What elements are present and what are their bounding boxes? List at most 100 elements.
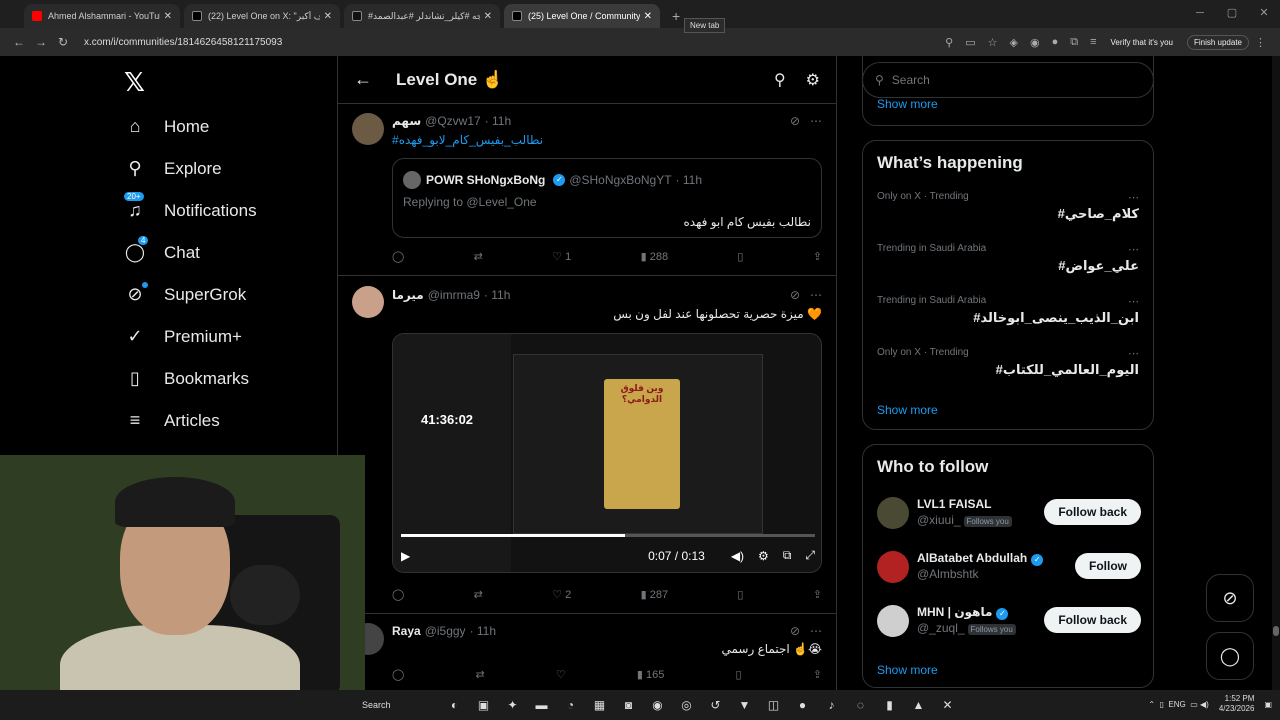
nav-item-premium[interactable]: ✓ Premium+: [124, 326, 241, 348]
video-player[interactable]: 41:36:02 وين فلوق الدوامي؟ ▶ 0:07 / 0:13…: [392, 333, 822, 573]
close-window-button[interactable]: ✕: [1248, 0, 1280, 26]
minimize-button[interactable]: ─: [1184, 0, 1216, 26]
page-scrollbar[interactable]: [1272, 56, 1280, 690]
tray-chevron-icon[interactable]: ⌃: [1148, 700, 1155, 709]
x-logo-icon[interactable]: 𝕏: [124, 68, 145, 98]
extension-icon[interactable]: ◈: [1010, 36, 1018, 49]
more-icon[interactable]: ⋯: [810, 624, 822, 638]
file-explorer-icon[interactable]: ▬: [527, 694, 556, 716]
follow-suggestion[interactable]: LVL1 FAISAL @xiuui_ Follows you Follow ba…: [877, 497, 1141, 537]
follow-suggestion[interactable]: MHN | ماهون ✓ @_zuql_ Follows you Follow b…: [877, 605, 1141, 645]
app-icon[interactable]: ◌: [846, 694, 875, 716]
settings-icon[interactable]: ⚙: [758, 549, 769, 563]
bookmark-icon[interactable]: ▯: [736, 668, 742, 681]
close-icon[interactable]: ✕: [644, 11, 652, 22]
zoom-icon[interactable]: ⚲: [945, 36, 953, 49]
show-more-link[interactable]: Show more: [877, 663, 938, 677]
show-more-link[interactable]: Show more: [877, 403, 938, 417]
kebab-menu-icon[interactable]: ⋮: [1255, 36, 1266, 49]
follow-back-button[interactable]: Follow back: [1044, 499, 1141, 525]
repost-icon[interactable]: ⇄: [474, 588, 483, 601]
repost-icon[interactable]: ⇄: [475, 668, 484, 681]
network-icon[interactable]: ▭: [1190, 700, 1198, 709]
post-author-name[interactable]: Raya: [392, 624, 421, 638]
store-icon[interactable]: ▦: [585, 694, 614, 716]
more-icon[interactable]: ⋯: [810, 114, 822, 128]
nav-item-supergrok[interactable]: ⊘ SuperGrok: [124, 282, 246, 306]
nav-item-bookmarks[interactable]: ▯ Bookmarks: [124, 368, 249, 390]
edge-icon[interactable]: ◔: [556, 694, 585, 716]
post-time[interactable]: · 11h: [470, 624, 496, 638]
mic-icon[interactable]: ▯: [1160, 700, 1164, 709]
follow-button[interactable]: Follow: [1075, 553, 1141, 579]
volume-icon[interactable]: ◀): [1200, 700, 1209, 709]
nav-item-chat[interactable]: ◯ 4 Chat: [124, 236, 200, 264]
like-button[interactable]: ♡ 2: [552, 588, 571, 602]
forward-arrow-icon[interactable]: →: [30, 35, 52, 49]
hashtag-link[interactable]: #نطالب_بفيس_كام_لابو_فهده: [392, 133, 543, 147]
repost-icon[interactable]: ⇄: [474, 250, 483, 263]
browser-tab-community[interactable]: (25) Level One / Community / X ✕: [504, 4, 660, 28]
grok-float-button[interactable]: ⊘: [1206, 574, 1254, 622]
share-icon[interactable]: ⇪: [813, 668, 822, 681]
views-button[interactable]: ▮ 288: [641, 250, 668, 264]
more-icon[interactable]: ⋯: [1128, 295, 1139, 308]
reply-icon[interactable]: ◯: [392, 588, 404, 601]
post-handle[interactable]: @Qzvw17: [425, 114, 481, 128]
pip-icon[interactable]: ⧉: [783, 548, 792, 563]
task-view-icon[interactable]: ▣: [469, 694, 498, 716]
gear-icon[interactable]: ⚙: [806, 70, 820, 90]
post-time[interactable]: · 11h: [484, 288, 510, 302]
avatar[interactable]: [877, 605, 909, 637]
nav-item-articles[interactable]: ≡ Articles: [124, 410, 220, 432]
video-progress-bar[interactable]: [401, 534, 815, 537]
trend-item[interactable]: Trending in Saudi Arabia #ابن_الذيب_ينصى…: [877, 295, 1139, 326]
browser-tab-tiktok[interactable]: #مجه #كيلر_تشاندلر #عبدالصمد ✕: [344, 4, 500, 28]
brave-icon[interactable]: ▼: [730, 694, 759, 716]
post-handle[interactable]: @i5ggy: [425, 624, 466, 638]
app-icon[interactable]: ◎: [672, 694, 701, 716]
avatar[interactable]: [352, 113, 384, 145]
volume-icon[interactable]: ◀): [731, 549, 744, 563]
trend-item[interactable]: Trending in Saudi Arabia #علي_عواض ⋯: [877, 243, 1139, 274]
show-more-link[interactable]: Show more: [877, 97, 938, 111]
post-handle[interactable]: @imrma9: [428, 288, 480, 302]
extension-icon[interactable]: ◉: [1030, 36, 1040, 49]
chrome-icon[interactable]: ◉: [643, 694, 672, 716]
clock[interactable]: 1:52 PM 4/23/2026: [1219, 694, 1255, 714]
browser-tab-x-post[interactable]: (22) Level One on X: "يهدف أكبر ✕: [184, 4, 340, 28]
follow-back-button[interactable]: Follow back: [1044, 607, 1141, 633]
post-author-name[interactable]: سهم: [392, 114, 421, 128]
grok-icon[interactable]: ⊘: [790, 288, 800, 302]
trend-item[interactable]: Only on X · Trending #كلام_صاحي ⋯: [877, 191, 1139, 222]
fullscreen-icon[interactable]: ⤢: [805, 548, 815, 563]
avatar[interactable]: [352, 286, 384, 318]
app-icon[interactable]: ↺: [701, 694, 730, 716]
post-author-name[interactable]: ميرما: [392, 288, 424, 302]
play-icon[interactable]: ▶: [401, 549, 410, 563]
tiktok-icon[interactable]: ♪: [817, 694, 846, 716]
like-button[interactable]: ♡: [556, 668, 566, 681]
close-icon[interactable]: ✕: [324, 11, 332, 22]
reply-icon[interactable]: ◯: [392, 668, 404, 681]
share-icon[interactable]: ⇪: [813, 250, 822, 263]
more-icon[interactable]: ⋯: [1128, 243, 1139, 256]
maximize-button[interactable]: ▢: [1216, 0, 1248, 26]
views-button[interactable]: ▮ 287: [641, 588, 668, 602]
new-tab-button[interactable]: +: [672, 8, 680, 24]
url-field[interactable]: x.com/i/communities/1814626458121175093: [84, 37, 939, 48]
app-icon[interactable]: ◫: [759, 694, 788, 716]
scrollbar-thumb[interactable]: [1273, 626, 1279, 636]
media-icon[interactable]: ≡: [1090, 36, 1096, 48]
follow-suggestion[interactable]: AlBatabet Abdullah ✓ @Almbshtk Follow: [877, 551, 1141, 591]
messages-float-button[interactable]: ◯: [1206, 632, 1254, 680]
bookmark-icon[interactable]: ▯: [737, 588, 743, 601]
more-icon[interactable]: ⋯: [1128, 191, 1139, 204]
back-arrow-icon[interactable]: ←: [354, 69, 372, 90]
grok-icon[interactable]: ⊘: [790, 114, 800, 128]
back-arrow-icon[interactable]: ←: [8, 35, 30, 49]
close-icon[interactable]: ✕: [484, 11, 492, 22]
taskbar-search[interactable]: Search: [362, 700, 391, 710]
grok-icon[interactable]: ⊘: [790, 624, 800, 638]
extension-icon[interactable]: ●: [1052, 36, 1059, 48]
